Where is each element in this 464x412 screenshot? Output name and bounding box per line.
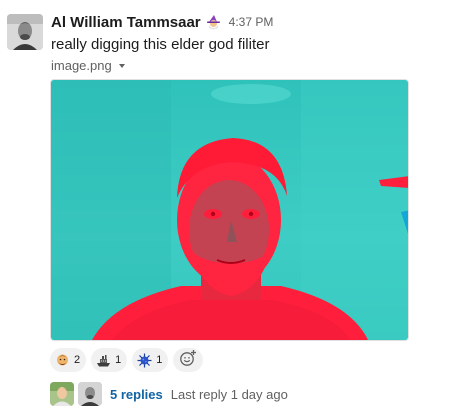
virus-emoji-icon [137,353,152,368]
reaction-count: 2 [74,354,81,366]
reaction-virus[interactable]: 1 [132,348,169,372]
avatar[interactable] [7,14,43,50]
thread-summary[interactable]: 5 replies Last reply 1 day ago [50,382,288,406]
replies-link[interactable]: 5 replies [110,387,163,402]
author-name[interactable]: Al William Tammsaar [51,14,201,31]
message-text: really digging this elder god filiter [51,36,270,53]
image-attachment[interactable] [50,79,409,341]
reaction-bearded-person[interactable]: 2 [50,348,87,372]
add-reaction-button[interactable] [173,348,204,372]
timestamp[interactable]: 4:37 PM [229,15,274,29]
reaction-ship[interactable]: 1 [91,348,128,372]
reaction-count: 1 [156,354,163,366]
reactions-bar: 2 1 1 [50,348,204,372]
reaction-count: 1 [115,354,122,366]
file-name-toggle[interactable]: image.png [51,58,125,73]
message: Al William Tammsaar 4:37 PM really diggi… [0,0,464,412]
file-name: image.png [51,58,112,73]
message-header: Al William Tammsaar 4:37 PM [51,12,273,32]
wizard-emoji-icon[interactable] [205,14,222,31]
ship-emoji-icon [96,353,111,368]
chevron-down-icon [118,63,125,68]
avatar[interactable] [50,382,74,406]
add-emoji-icon [179,349,197,372]
last-reply-time: Last reply 1 day ago [170,386,288,402]
bearded-person-emoji-icon [55,353,70,368]
avatar[interactable] [78,382,102,406]
